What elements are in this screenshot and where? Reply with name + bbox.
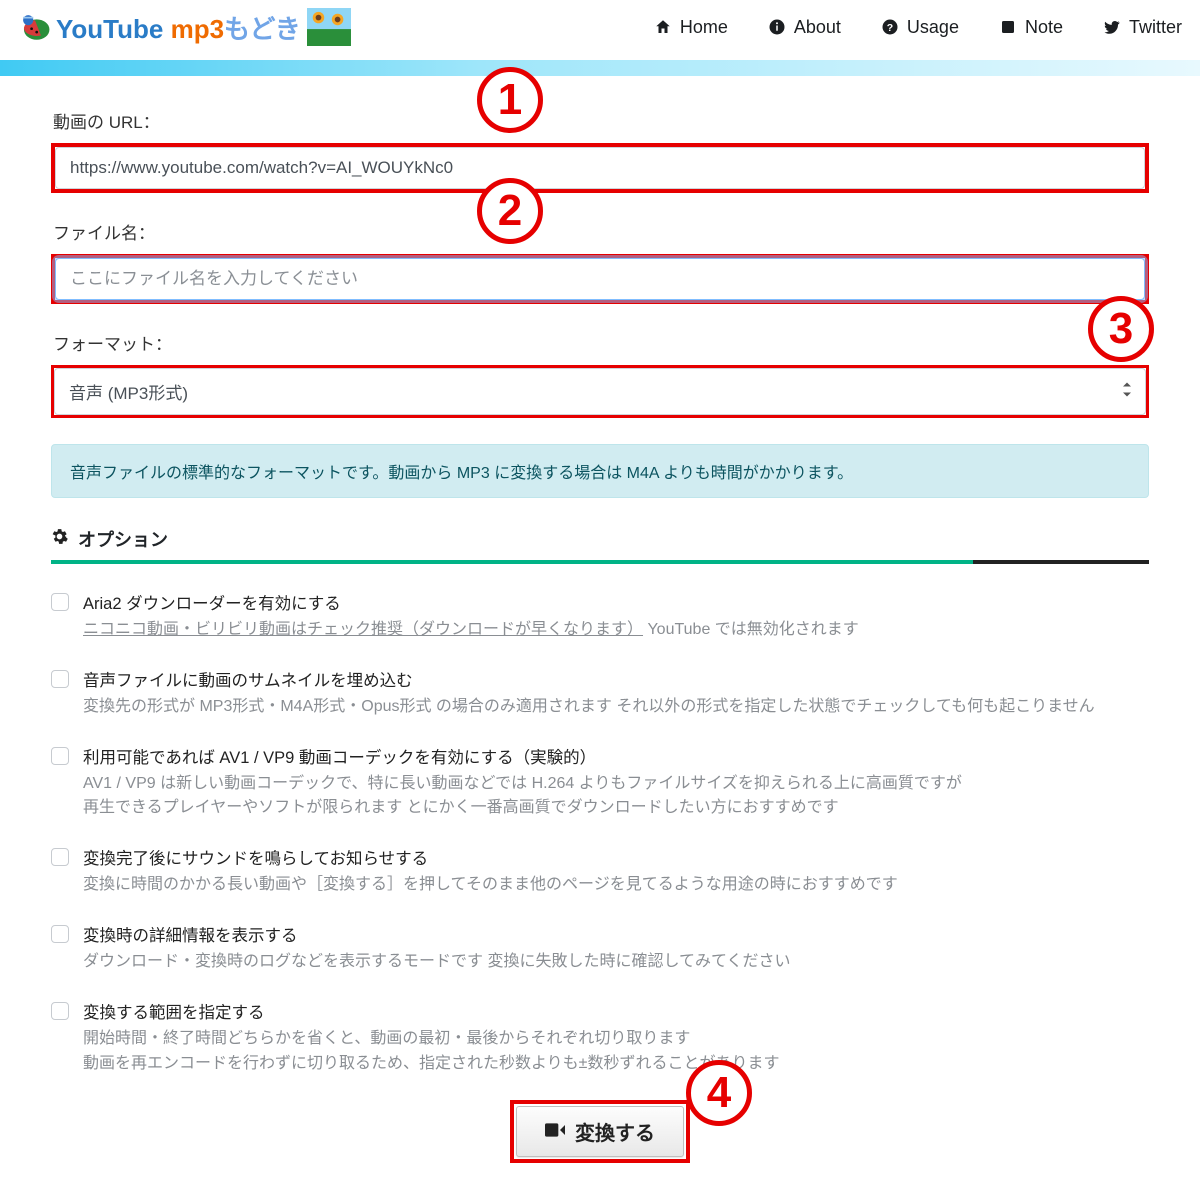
option-desc: 変換に時間のかかる長い動画や［変換する］を押してそのまま他のページを見てるような… (83, 873, 1149, 898)
option-row: 利用可能であれば AV1 / VP9 動画コーデックを有効にする（実験的） AV… (51, 736, 1149, 838)
question-icon: ? (881, 18, 899, 36)
nav-usage[interactable]: ? Usage (881, 17, 959, 38)
option-row: 変換する範囲を指定する 開始時間・終了時間どちらかを省くと、動画の最初・最後から… (51, 991, 1149, 1093)
nav-twitter[interactable]: Twitter (1103, 17, 1182, 38)
nav-about[interactable]: About (768, 17, 841, 38)
nav-home[interactable]: Home (654, 17, 728, 38)
annotation-badge-4: 4 (686, 1060, 752, 1126)
option-checkbox-aria2[interactable] (51, 593, 69, 611)
option-desc: ダウンロード・変換時のログなどを表示するモードです 変換に失敗した時に確認してみ… (83, 950, 1149, 975)
highlight-box-3: 3 音声 (MP3形式) (51, 365, 1149, 418)
option-title: 音声ファイルに動画のサムネイルを埋め込む (83, 667, 1149, 691)
convert-button-label: 変換する (575, 1117, 655, 1146)
home-icon (654, 18, 672, 36)
nav-about-label: About (794, 17, 841, 38)
option-row: Aria2 ダウンローダーを有効にする ニコニコ動画・ビリビリ動画はチェック推奨… (51, 582, 1149, 659)
note-icon (999, 18, 1017, 36)
brand-icon (18, 10, 52, 44)
nav-note[interactable]: Note (999, 17, 1063, 38)
nav-note-label: Note (1025, 17, 1063, 38)
svg-text:?: ? (887, 22, 893, 34)
option-title: 変換完了後にサウンドを鳴らしてお知らせする (83, 845, 1149, 869)
annotation-badge-2: 2 (477, 178, 543, 244)
option-checkbox-sound[interactable] (51, 848, 69, 866)
main-container: 動画の URL： 1 ファイル名： 2 フォーマット： 3 音声 (MP3形式)… (35, 76, 1165, 1203)
twitter-icon (1103, 18, 1121, 36)
format-select[interactable]: 音声 (MP3形式) (54, 368, 1146, 415)
highlight-box-4: 4 変換する (510, 1100, 690, 1163)
format-label: フォーマット： (53, 330, 1149, 355)
sunflower-icon (307, 8, 351, 46)
annotation-badge-1: 1 (477, 67, 543, 133)
file-label: ファイル名： (53, 219, 1149, 244)
topbar: YouTube mp3もどき Home About ? Usage Note T… (0, 0, 1200, 60)
brand-link[interactable]: YouTube mp3もどき (18, 8, 351, 46)
header-gradient (0, 60, 1200, 76)
option-desc: AV1 / VP9 は新しい動画コーデックで、特に長い動画などでは H.264 … (83, 772, 1149, 822)
options-heading: オプション (51, 526, 1149, 560)
format-info: 音声ファイルの標準的なフォーマットです。動画から MP3 に変換する場合は M4… (51, 444, 1149, 498)
option-row: 音声ファイルに動画のサムネイルを埋め込む 変換先の形式が MP3形式・M4A形式… (51, 659, 1149, 736)
video-icon (545, 1120, 565, 1143)
option-title: 変換時の詳細情報を表示する (83, 922, 1149, 946)
highlight-box-2: 2 (51, 254, 1149, 304)
option-title: 変換する範囲を指定する (83, 999, 1149, 1023)
annotation-badge-3: 3 (1088, 296, 1154, 362)
nav-usage-label: Usage (907, 17, 959, 38)
options-divider (51, 560, 1149, 564)
options-heading-text: オプション (78, 526, 168, 552)
option-title: 利用可能であれば AV1 / VP9 動画コーデックを有効にする（実験的） (83, 744, 1149, 768)
option-checkbox-range[interactable] (51, 1002, 69, 1020)
url-input[interactable] (55, 147, 1145, 189)
nav-twitter-label: Twitter (1129, 17, 1182, 38)
option-desc: 変換先の形式が MP3形式・M4A形式・Opus形式 の場合のみ適用されます そ… (83, 695, 1149, 720)
url-label: 動画の URL： (53, 108, 1149, 133)
gear-icon (51, 528, 68, 550)
option-title: Aria2 ダウンローダーを有効にする (83, 590, 1149, 614)
option-checkbox-thumbnail[interactable] (51, 670, 69, 688)
main-nav: Home About ? Usage Note Twitter (654, 17, 1182, 38)
option-desc: ニコニコ動画・ビリビリ動画はチェック推奨（ダウンロードが早くなります） YouT… (83, 618, 1149, 643)
option-row: 変換時の詳細情報を表示する ダウンロード・変換時のログなどを表示するモードです … (51, 914, 1149, 991)
option-row: 変換完了後にサウンドを鳴らしてお知らせする 変換に時間のかかる長い動画や［変換す… (51, 837, 1149, 914)
filename-input[interactable] (55, 258, 1145, 300)
nav-home-label: Home (680, 17, 728, 38)
brand-text: YouTube mp3もどき (56, 9, 301, 46)
submit-wrap: 4 変換する (51, 1100, 1149, 1163)
option-desc: 開始時間・終了時間どちらかを省くと、動画の最初・最後からそれぞれ切り取ります 動… (83, 1027, 1149, 1077)
convert-button[interactable]: 変換する (516, 1106, 684, 1157)
info-icon (768, 18, 786, 36)
highlight-box-1: 1 (51, 143, 1149, 193)
option-checkbox-verbose[interactable] (51, 925, 69, 943)
option-checkbox-av1vp9[interactable] (51, 747, 69, 765)
